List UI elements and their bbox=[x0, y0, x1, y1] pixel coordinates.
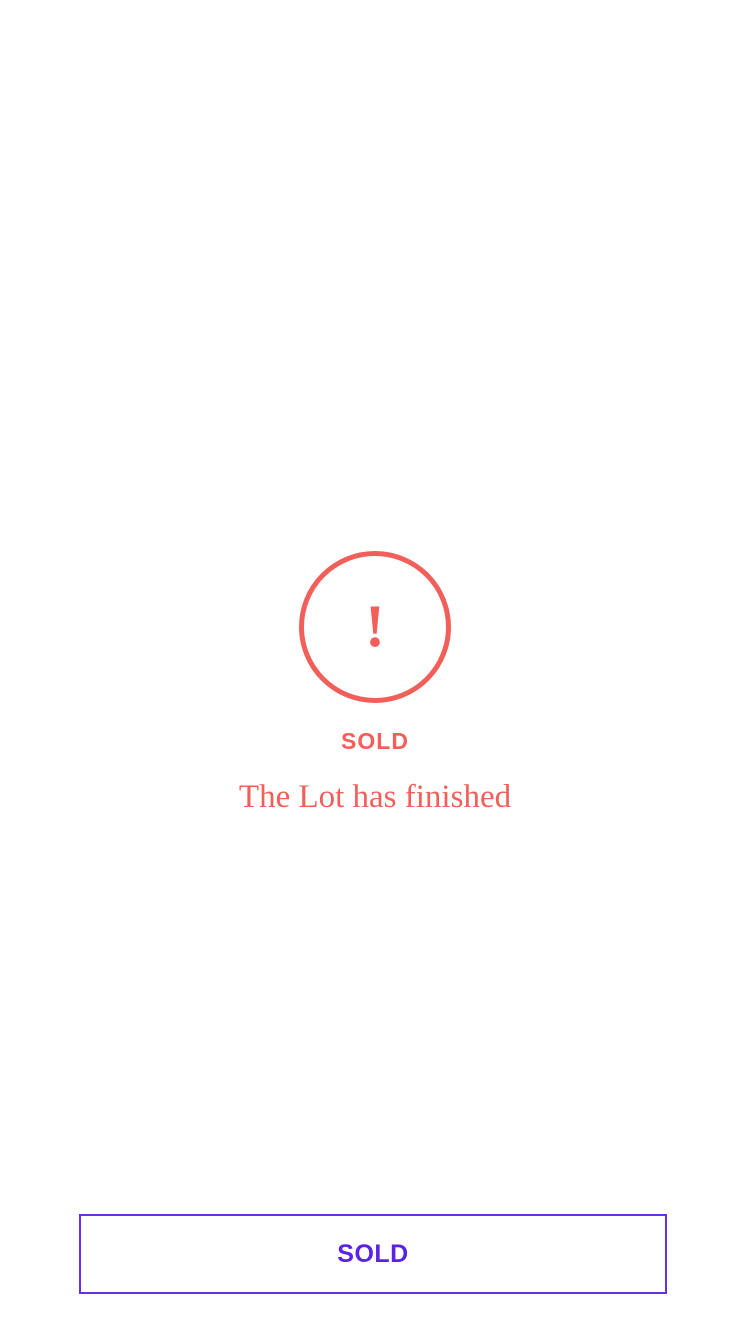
sold-button-label: SOLD bbox=[337, 1239, 409, 1268]
lot-status-panel: ! SOLD The Lot has finished bbox=[0, 551, 750, 817]
exclamation-mark-glyph: ! bbox=[365, 593, 385, 659]
exclamation-circle-icon: ! bbox=[299, 551, 451, 703]
status-message: The Lot has finished bbox=[238, 779, 512, 815]
sold-button[interactable]: SOLD bbox=[79, 1214, 667, 1294]
status-label: SOLD bbox=[341, 728, 409, 754]
